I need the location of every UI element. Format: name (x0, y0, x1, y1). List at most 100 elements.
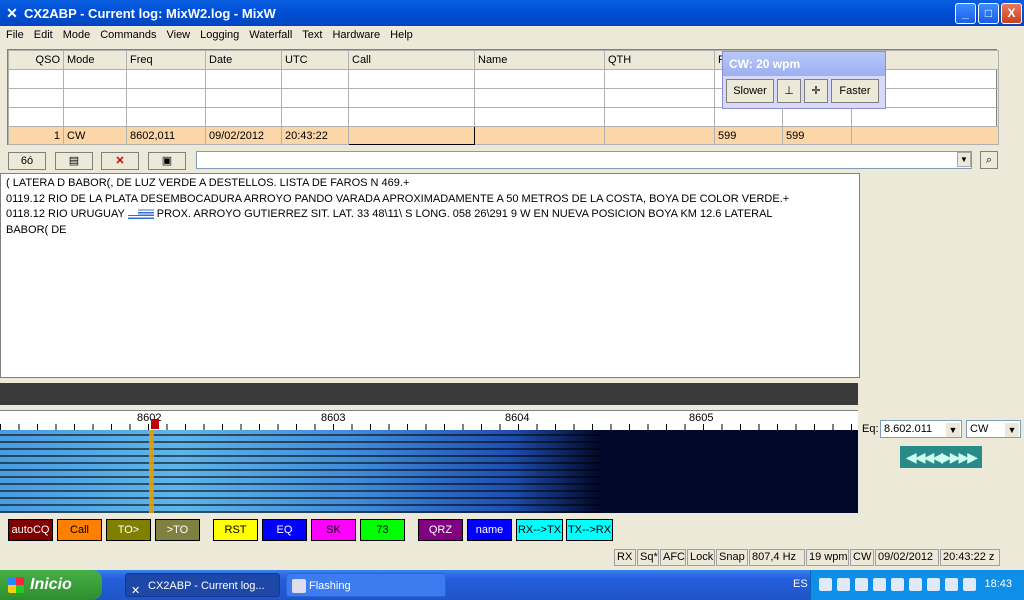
menu-view[interactable]: View (162, 29, 196, 41)
macro-rx-tx-button[interactable]: RX-->TX (516, 519, 563, 541)
rx-marker-icon[interactable] (151, 419, 159, 429)
tray-icon[interactable] (819, 578, 832, 591)
chevron-down-icon[interactable]: ▼ (946, 423, 960, 437)
cell-rst-rcvd[interactable]: 599 (782, 125, 852, 146)
rx-text-area[interactable]: ( LATERA D BABOR(, DE LUZ VERDE A DESTEL… (0, 173, 860, 378)
macro-autocq-button[interactable]: autoCQ (8, 519, 53, 541)
frequency-value: 8.602.011 (884, 423, 933, 435)
command-input[interactable] (196, 151, 972, 169)
task-flashing[interactable]: Flashing (286, 573, 446, 597)
mode-value: CW (970, 423, 989, 435)
cell-utc[interactable]: 20:43:22 (281, 125, 349, 146)
status-afc[interactable]: AFC (660, 549, 686, 566)
col-mode[interactable]: Mode (63, 50, 127, 70)
tuning-arrows[interactable]: ◀◀◀◀▶▶▶▶ (900, 446, 982, 468)
menu-commands[interactable]: Commands (96, 29, 162, 41)
tuning-cursor[interactable] (149, 430, 154, 513)
frequency-field[interactable]: 8.602.011 ▼ (880, 420, 962, 438)
status-mode[interactable]: CW (850, 549, 874, 566)
menu-waterfall[interactable]: Waterfall (245, 29, 298, 41)
macro-to-button[interactable]: TO> (106, 519, 151, 541)
faster-button[interactable]: Faster (831, 79, 879, 103)
macro-sk-button[interactable]: SK (311, 519, 356, 541)
macro-from-button[interactable]: >TO (155, 519, 200, 541)
tray-icon[interactable] (891, 578, 904, 591)
menu-mode[interactable]: Mode (59, 29, 97, 41)
status-date: 09/02/2012 (875, 549, 939, 566)
status-audio-freq: 807,4 Hz (749, 549, 805, 566)
tray-icon[interactable] (855, 578, 868, 591)
tx-text-bar[interactable] (0, 383, 858, 405)
macro-bar: autoCQ Call TO> >TO RST EQ SK 73 QRZ nam… (0, 515, 858, 545)
macro-name-button[interactable]: name (467, 519, 512, 541)
menu-hardware[interactable]: Hardware (328, 29, 386, 41)
table-row[interactable] (8, 106, 999, 127)
chevron-down-icon[interactable]: ▼ (1005, 423, 1019, 437)
cell-qth[interactable] (604, 125, 715, 146)
cell-extra[interactable] (851, 125, 999, 146)
move-icon[interactable]: ✛ (804, 79, 828, 103)
start-label: Inicio (30, 576, 72, 593)
call-input-cell[interactable] (348, 125, 475, 146)
tray-icon[interactable] (963, 578, 976, 591)
col-date[interactable]: Date (205, 50, 282, 70)
clear-text-icon[interactable]: ▤ (55, 152, 93, 170)
macro-call-button[interactable]: Call (57, 519, 102, 541)
col-utc[interactable]: UTC (281, 50, 349, 70)
tray-icon[interactable] (927, 578, 940, 591)
col-freq[interactable]: Freq (126, 50, 206, 70)
close-button[interactable]: X (1001, 3, 1022, 24)
tray-icon[interactable] (873, 578, 886, 591)
frequency-scale[interactable]: 8602 8603 8604 8605 (0, 410, 858, 430)
search-icon[interactable]: ⌕ (980, 151, 998, 169)
windows-logo-icon (8, 577, 24, 593)
status-squelch[interactable]: Sq* (637, 549, 659, 566)
task-mixw[interactable]: ✕ CX2ABP - Current log... (125, 573, 280, 597)
col-name[interactable]: Name (474, 50, 605, 70)
macro-tx-rx-button[interactable]: TX-->RX (566, 519, 613, 541)
status-rx[interactable]: RX (614, 549, 636, 566)
cell-mode[interactable]: CW (63, 125, 127, 146)
current-qso-row[interactable]: 1 CW 8602,011 09/02/2012 20:43:22 599 59… (8, 125, 999, 146)
maximize-button[interactable]: □ (978, 3, 999, 24)
macro-rst-button[interactable]: RST (213, 519, 258, 541)
glasses-icon[interactable]: 6ó (8, 152, 46, 170)
col-qth[interactable]: QTH (604, 50, 715, 70)
tray-icon[interactable] (909, 578, 922, 591)
cell-rst-sent[interactable]: 599 (714, 125, 783, 146)
col-call[interactable]: Call (348, 50, 475, 70)
slower-button[interactable]: Slower (726, 79, 774, 103)
system-tray: ES 18:43 (793, 570, 1024, 600)
cell-qso: 1 (8, 125, 64, 146)
macro-qrz-button[interactable]: QRZ (418, 519, 463, 541)
save-icon[interactable]: ▣ (148, 152, 186, 170)
tray-icon[interactable] (945, 578, 958, 591)
tray-icon[interactable] (837, 578, 850, 591)
cw-speed-title[interactable]: CW: 20 wpm (723, 52, 885, 76)
menu-edit[interactable]: Edit (30, 29, 59, 41)
window-title: CX2ABP - Current log: MixW2.log - MixW (24, 5, 276, 21)
status-lock[interactable]: Lock (687, 549, 715, 566)
menu-help[interactable]: Help (386, 29, 419, 41)
col-qso[interactable]: QSO (8, 50, 64, 70)
status-snap[interactable]: Snap (716, 549, 748, 566)
cell-date[interactable]: 09/02/2012 (205, 125, 282, 146)
delete-icon[interactable]: ✕ (101, 152, 139, 170)
menu-logging[interactable]: Logging (196, 29, 245, 41)
task-label: Flashing (309, 580, 351, 592)
menu-text[interactable]: Text (298, 29, 328, 41)
chevron-down-icon[interactable]: ▼ (957, 152, 971, 167)
scale-label: 8604 (505, 412, 530, 424)
macro-eq-button[interactable]: EQ (262, 519, 307, 541)
minimize-button[interactable]: _ (955, 3, 976, 24)
waterfall-display[interactable] (0, 430, 858, 513)
language-indicator[interactable]: ES (793, 578, 808, 590)
cell-name[interactable] (474, 125, 605, 146)
macro-73-button[interactable]: 73 (360, 519, 405, 541)
menu-file[interactable]: File (2, 29, 30, 41)
cell-freq[interactable]: 8602,011 (126, 125, 206, 146)
start-button[interactable]: Inicio (0, 570, 102, 600)
cw-key-icon[interactable]: ⊥ (777, 79, 801, 103)
mode-select[interactable]: CW ▼ (966, 420, 1021, 438)
clock[interactable]: 18:43 (984, 578, 1012, 590)
